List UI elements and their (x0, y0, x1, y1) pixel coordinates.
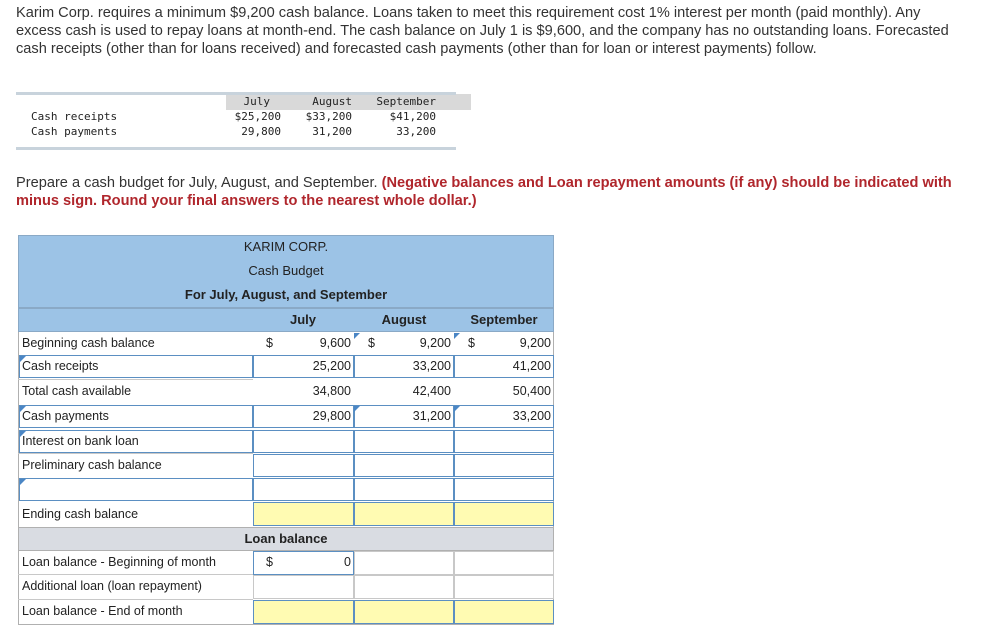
row-label-preliminary: Preliminary cash balance (22, 458, 162, 472)
given-cell: 33,200 (396, 125, 436, 138)
given-cell: 29,800 (241, 125, 281, 138)
value-cell[interactable]: 33,200 (354, 355, 454, 378)
blank-row-september-input[interactable] (454, 478, 554, 501)
cell-flag-icon (20, 479, 26, 485)
company-name: KARIM CORP. (243, 239, 329, 254)
given-header-august: August (312, 95, 352, 108)
row-label-total-cash: Total cash available (22, 384, 132, 398)
row-label-ending-cash: Ending cash balance (22, 507, 139, 521)
loan-additional-august-cell (354, 575, 454, 599)
given-row-label: Cash payments (31, 125, 118, 138)
cell-flag-icon (354, 333, 360, 339)
loan-end-september-input[interactable] (454, 600, 554, 624)
value-cell[interactable]: 31,200 (354, 405, 454, 428)
budget-period: For July, August, and September (184, 287, 388, 302)
loan-row-label-additional: Additional loan (loan repayment) (22, 579, 202, 593)
value-cell[interactable]: 50,400 (454, 380, 554, 403)
row-divider (18, 453, 253, 454)
value-cell[interactable]: 41,200 (454, 355, 554, 378)
given-cell: 31,200 (312, 125, 352, 138)
row-label-beginning-cash: Beginning cash balance (22, 336, 155, 350)
dollar-sign: $ (266, 336, 273, 350)
value-cell[interactable]: 9,200 (374, 332, 454, 355)
cell-flag-icon (20, 356, 26, 362)
ending-july-input[interactable] (253, 502, 354, 526)
loan-additional-july-cell (253, 575, 354, 599)
interest-september-input[interactable] (454, 430, 554, 453)
cell-flag-icon (454, 333, 460, 339)
loan-row-label-beginning: Loan balance - Beginning of month (22, 555, 216, 569)
row-label-interest: Interest on bank loan (22, 434, 139, 448)
row-divider (18, 599, 253, 600)
month-header-september: September (470, 312, 538, 327)
row-divider (18, 379, 253, 380)
loan-additional-september-cell (454, 575, 554, 599)
preliminary-august-input[interactable] (354, 454, 454, 477)
instruction-main: Prepare a cash budget for July, August, … (16, 175, 378, 191)
ending-september-input[interactable] (454, 502, 554, 526)
instruction-text: Prepare a cash budget for July, August, … (16, 174, 966, 210)
row-label-cash-receipts: Cash receipts (22, 359, 99, 373)
month-header-july: July (289, 312, 316, 327)
given-bottom-rule (16, 147, 456, 150)
blank-row-july-input[interactable] (253, 478, 354, 501)
row-label-cash-payments: Cash payments (22, 409, 109, 423)
given-header-september: September (376, 95, 436, 108)
blank-row-august-input[interactable] (354, 478, 454, 501)
cell-flag-icon (454, 406, 460, 412)
blank-label-input[interactable] (19, 478, 253, 501)
value-cell[interactable]: 33,200 (454, 405, 554, 428)
value-cell[interactable]: 34,800 (253, 380, 354, 403)
value-cell[interactable]: 9,600 (274, 332, 354, 355)
month-header-august: August (381, 312, 427, 327)
preliminary-september-input[interactable] (454, 454, 554, 477)
given-header-july: July (243, 95, 271, 108)
budget-title: Cash Budget (248, 263, 324, 278)
loan-beginning-august-cell (354, 551, 454, 575)
cell-flag-icon (20, 406, 26, 412)
loan-row-label-end: Loan balance - End of month (22, 604, 183, 618)
loan-beginning-september-cell (454, 551, 554, 575)
interest-august-input[interactable] (354, 430, 454, 453)
value-cell[interactable]: 9,200 (474, 332, 554, 355)
loan-end-july-input[interactable] (253, 600, 354, 624)
cell-flag-icon (20, 431, 26, 437)
value-cell[interactable]: 25,200 (253, 355, 354, 378)
row-divider (18, 574, 253, 575)
given-data-table: July August September Cash receipts $25,… (16, 92, 471, 150)
loan-section-title: Loan balance (244, 531, 328, 546)
value-cell[interactable]: 42,400 (354, 380, 454, 403)
interest-july-input[interactable] (253, 430, 354, 453)
given-cell: $41,200 (389, 110, 436, 123)
given-cell: $33,200 (305, 110, 352, 123)
cell-flag-icon (354, 406, 360, 412)
preliminary-july-input[interactable] (253, 454, 354, 477)
given-cell: $25,200 (234, 110, 281, 123)
loan-end-august-input[interactable] (354, 600, 454, 624)
value-cell[interactable]: 0 (274, 551, 354, 574)
ending-august-input[interactable] (354, 502, 454, 526)
given-row-label: Cash receipts (31, 110, 118, 123)
problem-intro: Karim Corp. requires a minimum $9,200 ca… (16, 5, 949, 57)
value-cell[interactable]: 29,800 (253, 405, 354, 428)
cash-budget-table: KARIM CORP. Cash Budget For July, August… (18, 235, 554, 625)
